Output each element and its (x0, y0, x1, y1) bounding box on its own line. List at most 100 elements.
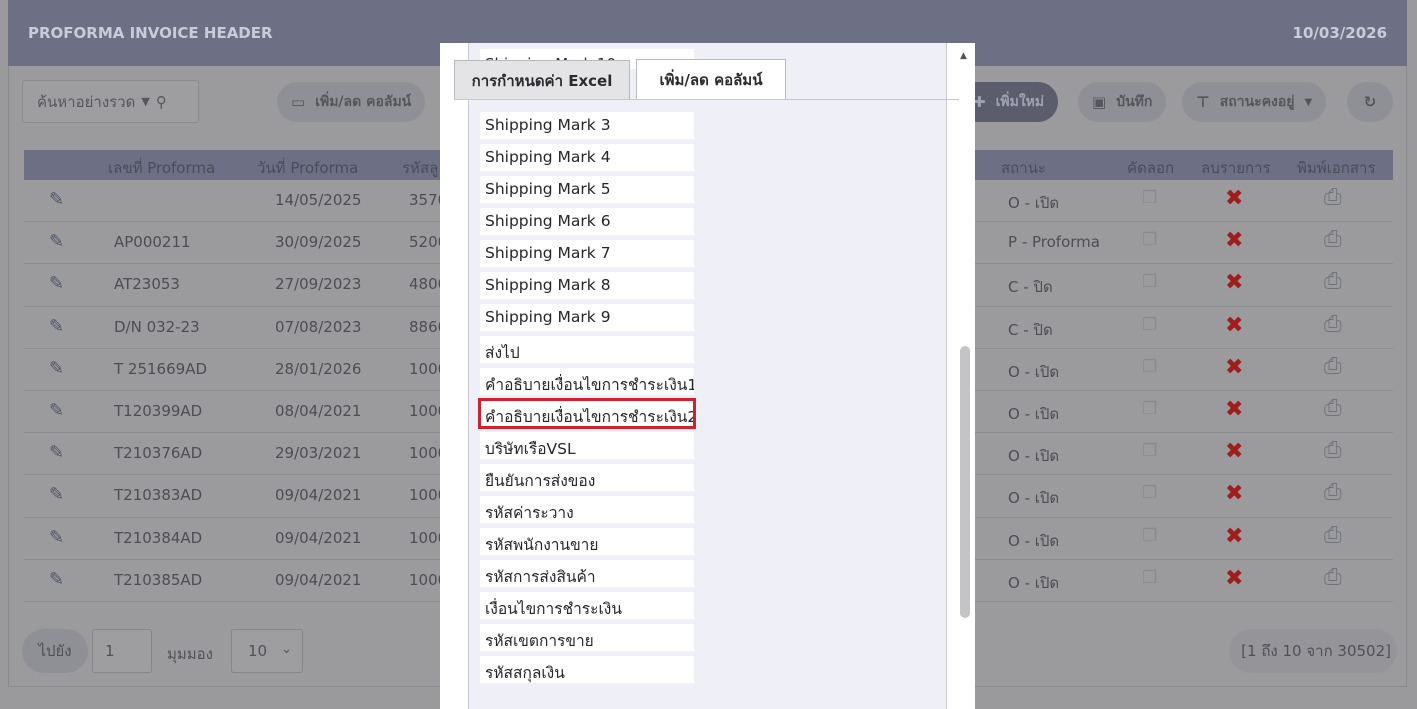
chevron-down-icon: ⌄ (281, 642, 292, 657)
edit-icon[interactable]: ✎ (49, 442, 64, 463)
printer-icon[interactable]: ⎙ (1324, 438, 1342, 463)
column-item[interactable]: Shipping Mark 6 (480, 208, 694, 235)
caret-down-icon[interactable]: ▼ (141, 95, 149, 108)
edit-icon[interactable]: ✎ (49, 273, 64, 294)
cell-proforma-date: 09/04/2021 (275, 570, 362, 589)
cell-proforma-no: T210383AD (114, 486, 203, 505)
column-item[interactable]: ยืนยันการส่งของ (480, 464, 694, 491)
delete-icon[interactable]: ✖ (1225, 524, 1243, 549)
printer-icon[interactable]: ⎙ (1324, 354, 1342, 379)
column-item-selected[interactable]: คำอธิบายเงื่อนไขการชำระเงิน2 (478, 398, 696, 429)
printer-icon[interactable]: ⎙ (1324, 396, 1342, 421)
copy-icon[interactable]: ❐ (1142, 357, 1157, 377)
printer-icon[interactable]: ⎙ (1324, 565, 1342, 590)
column-item[interactable]: ส่งไป (480, 336, 694, 363)
cell-proforma-no: AT23053 (114, 275, 180, 294)
cell-status: O - เปิด (1008, 573, 1060, 592)
column-item[interactable]: Shipping Mark 8 (480, 272, 694, 299)
copy-icon[interactable]: ❐ (1142, 230, 1157, 250)
column-item[interactable]: คำอธิบายเงื่อนไขการชำระเงิน1 (480, 368, 694, 395)
printer-icon[interactable]: ⎙ (1324, 227, 1342, 252)
column-item[interactable]: Shipping Mark 5 (480, 176, 694, 203)
save-label: บันทึก (1116, 94, 1153, 110)
delete-icon[interactable]: ✖ (1225, 270, 1243, 295)
column-item[interactable]: Shipping Mark 4 (480, 144, 694, 171)
edit-icon[interactable]: ✎ (49, 358, 64, 379)
delete-icon[interactable]: ✖ (1225, 439, 1243, 464)
col-header-proforma-no[interactable]: เลขที่ Proforma (108, 156, 215, 180)
delete-icon[interactable]: ✖ (1225, 355, 1243, 380)
edit-icon[interactable]: ✎ (49, 484, 64, 505)
cell-status: O - เปิด (1008, 404, 1060, 423)
column-item[interactable]: บริษัทเรือVSL (480, 432, 694, 459)
printer-icon[interactable]: ⎙ (1324, 269, 1342, 294)
caret-down-icon: ▼ (1304, 96, 1313, 108)
col-header-customer-code[interactable]: รหัสลู (402, 156, 438, 180)
printer-icon[interactable]: ⎙ (1324, 523, 1342, 548)
cell-proforma-no: D/N 032-23 (114, 317, 200, 336)
scrollbar-thumb[interactable] (960, 346, 970, 618)
edit-icon[interactable]: ✎ (49, 316, 64, 337)
column-item[interactable]: Shipping Mark 9 (480, 304, 694, 331)
column-item[interactable]: รหัสเขตการขาย (480, 624, 694, 651)
col-header-proforma-date[interactable]: วันที่ Proforma (257, 156, 358, 180)
search-icon[interactable]: ⚲ (156, 93, 167, 111)
page-input[interactable]: 1 (92, 629, 152, 673)
column-item[interactable]: รหัสค่าระวาง (480, 496, 694, 523)
edit-icon[interactable]: ✎ (49, 569, 64, 590)
col-header-delete: ลบรายการ (1201, 159, 1271, 177)
add-new-label: เพิ่มใหม่ (995, 94, 1045, 110)
copy-icon[interactable]: ❐ (1142, 568, 1157, 588)
column-list: Shipping Mark 3 Shipping Mark 4 Shipping M… (478, 112, 696, 688)
copy-icon[interactable]: ❐ (1142, 441, 1157, 461)
delete-icon[interactable]: ✖ (1225, 566, 1243, 591)
printer-icon[interactable]: ⎙ (1324, 185, 1342, 210)
column-list-panel[interactable]: Shipping Mark 10 Shipping Mark 3Shipping… (468, 43, 947, 709)
edit-icon[interactable]: ✎ (49, 231, 64, 252)
scroll-up-icon[interactable]: ▲ (960, 51, 967, 61)
copy-icon[interactable]: ❐ (1142, 526, 1157, 546)
tab-excel-settings[interactable]: การกำหนดค่า Excel (454, 60, 630, 100)
copy-icon[interactable]: ❐ (1142, 188, 1157, 208)
cell-status: O - เปิด (1008, 489, 1060, 508)
quick-search-input[interactable]: ค้นหาอย่างรวด ▼ ⚲ (22, 80, 199, 123)
copy-icon[interactable]: ❐ (1142, 399, 1157, 419)
column-item[interactable]: รหัสการส่งสินค้า (480, 560, 694, 587)
column-settings-modal: Shipping Mark 10 Shipping Mark 3Shipping… (440, 43, 975, 709)
edit-icon[interactable]: ✎ (49, 189, 64, 210)
cell-status: P - Proforma (1008, 233, 1100, 252)
page-size-select[interactable]: 10 ⌄ (231, 629, 303, 673)
column-item[interactable]: เงื่อนไขการชำระเงิน (480, 592, 694, 619)
delete-icon[interactable]: ✖ (1225, 397, 1243, 422)
delete-icon[interactable]: ✖ (1225, 313, 1243, 338)
status-filter-label: สถานะคงอยู่ (1219, 94, 1295, 110)
edit-icon[interactable]: ✎ (49, 527, 64, 548)
status-filter-button[interactable]: ⊤ สถานะคงอยู่ ▼ (1182, 82, 1327, 122)
delete-icon[interactable]: ✖ (1225, 186, 1243, 211)
cell-proforma-no: T210385AD (114, 570, 203, 589)
printer-icon[interactable]: ⎙ (1324, 480, 1342, 505)
toggle-columns-button[interactable]: ▭ เพิ่ม/ลด คอลัมน์ (277, 82, 426, 122)
column-item[interactable]: รหัสพนักงานขาย (480, 528, 694, 555)
copy-icon[interactable]: ❐ (1142, 315, 1157, 335)
goto-button[interactable]: ไปยัง (22, 629, 88, 673)
cell-status: O - เปิด (1008, 194, 1060, 212)
delete-icon[interactable]: ✖ (1225, 228, 1243, 253)
col-header-status[interactable]: สถานะ (1001, 156, 1046, 180)
save-button[interactable]: ▣ บันทึก (1078, 82, 1167, 122)
tab-toggle-columns[interactable]: เพิ่ม/ลด คอลัมน์ (636, 59, 786, 100)
cell-proforma-date: 27/09/2023 (275, 275, 362, 294)
page-title: PROFORMA INVOICE HEADER (28, 24, 273, 42)
tab-bar: การกำหนดค่า Excel เพิ่ม/ลด คอลัมน์ (440, 43, 975, 103)
edit-icon[interactable]: ✎ (49, 400, 64, 421)
column-item[interactable]: Shipping Mark 7 (480, 240, 694, 267)
column-item[interactable]: รหัสสกุลเงิน (480, 656, 694, 683)
refresh-button[interactable]: ↻ (1347, 82, 1393, 122)
delete-icon[interactable]: ✖ (1225, 481, 1243, 506)
copy-icon[interactable]: ❐ (1142, 483, 1157, 503)
header-date: 10/03/2026 (1292, 24, 1387, 42)
column-item[interactable]: Shipping Mark 3 (480, 112, 694, 139)
copy-icon[interactable]: ❐ (1142, 272, 1157, 292)
printer-icon[interactable]: ⎙ (1324, 312, 1342, 337)
page-size-label: มุมมอง (167, 645, 213, 663)
